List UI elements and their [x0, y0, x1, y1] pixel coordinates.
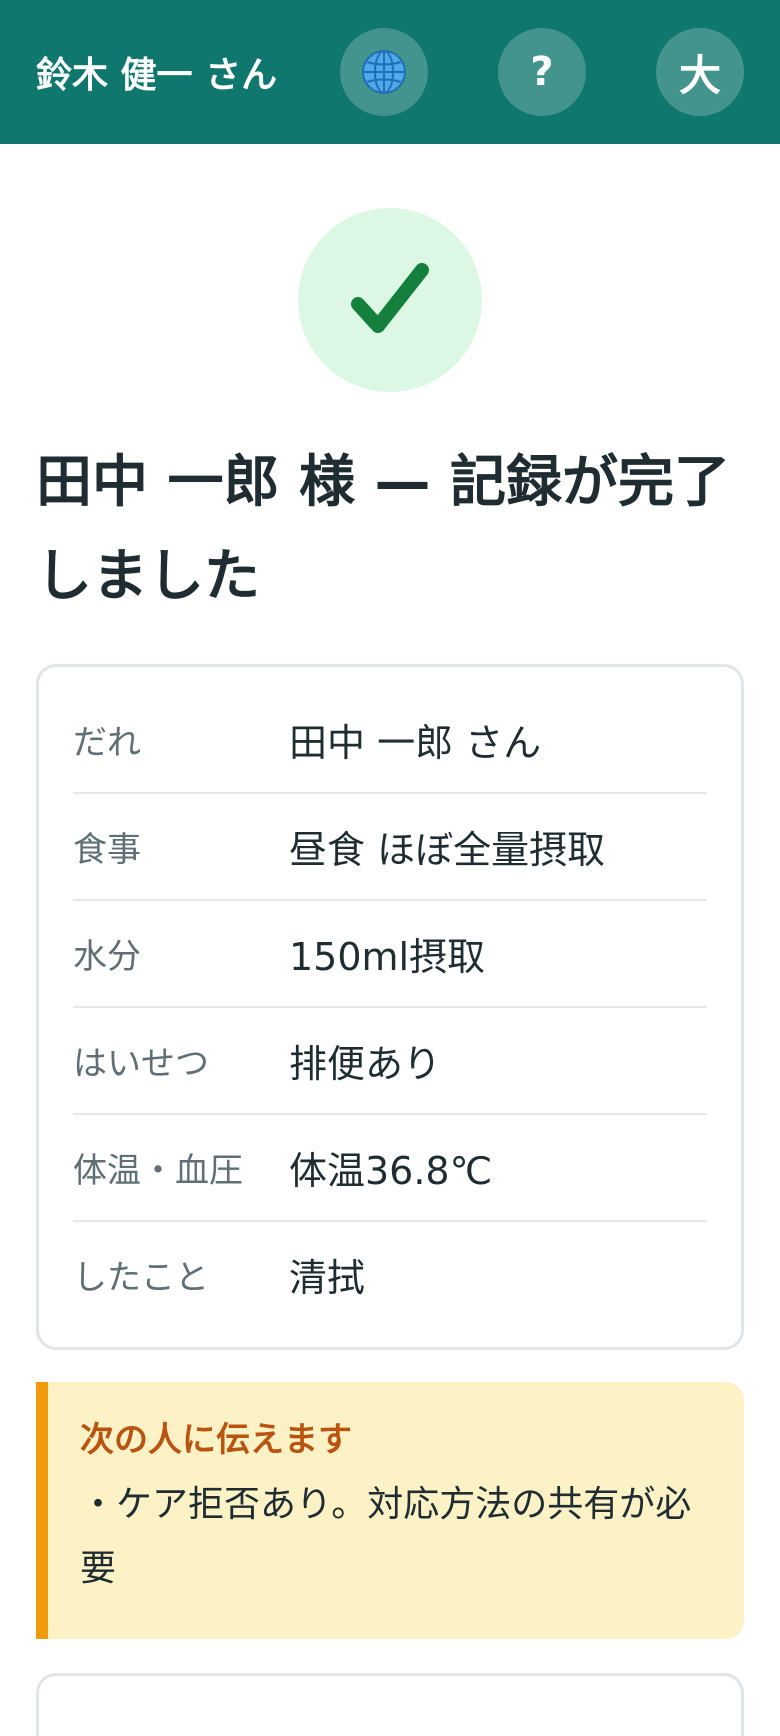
row-value: 昼食 ほぼ全量摂取: [289, 828, 606, 872]
row-value: 清拭: [289, 1256, 366, 1300]
row-value: 排便あり: [289, 1042, 442, 1086]
next-card-edge: [36, 1673, 744, 1736]
row-label: だれ: [73, 723, 141, 763]
handover-note: 次の人に伝えます ・ケア拒否あり。対応方法の共有が必要: [36, 1382, 744, 1639]
font-size-button[interactable]: 大: [656, 28, 744, 116]
row-value: 体温36.8℃: [289, 1149, 493, 1193]
record-row: 体温・血圧 体温36.8℃: [73, 1115, 707, 1222]
globe-icon: [359, 47, 409, 97]
status-icon-wrap: [0, 208, 780, 392]
success-badge: [298, 208, 482, 392]
row-label: したこと: [73, 1258, 209, 1298]
page-title: 田中 一郎 様 — 記録が完了しました: [36, 450, 730, 609]
record-row: 水分 150ml摂取: [73, 901, 707, 1008]
help-button[interactable]: ?: [498, 28, 586, 116]
handover-title: 次の人に伝えます: [80, 1420, 352, 1460]
header-actions: ? 大: [340, 28, 744, 116]
user-name: 鈴木 健一 さん: [36, 55, 278, 96]
row-value: 田中 一郎 さん: [289, 721, 542, 765]
handover-body: ・ケア拒否あり。対応方法の共有が必要: [80, 1484, 692, 1589]
row-label: 体温・血圧: [73, 1151, 243, 1191]
row-label: はいせつ: [73, 1044, 209, 1084]
record-row: はいせつ 排便あり: [73, 1008, 707, 1115]
record-row: 食事 昼食 ほぼ全量摂取: [73, 794, 707, 901]
row-value: 150ml摂取: [289, 935, 486, 979]
record-row: だれ 田中 一郎 さん: [73, 687, 707, 794]
row-label: 水分: [73, 937, 141, 977]
row-label: 食事: [73, 830, 141, 870]
record-summary-card: だれ 田中 一郎 さん 食事 昼食 ほぼ全量摂取 水分 150ml摂取 はいせつ…: [36, 664, 744, 1350]
check-icon: [350, 260, 430, 340]
record-row: したこと 清拭: [73, 1222, 707, 1327]
app-header: 鈴木 健一 さん ? 大: [0, 0, 780, 144]
language-button[interactable]: [340, 28, 428, 116]
